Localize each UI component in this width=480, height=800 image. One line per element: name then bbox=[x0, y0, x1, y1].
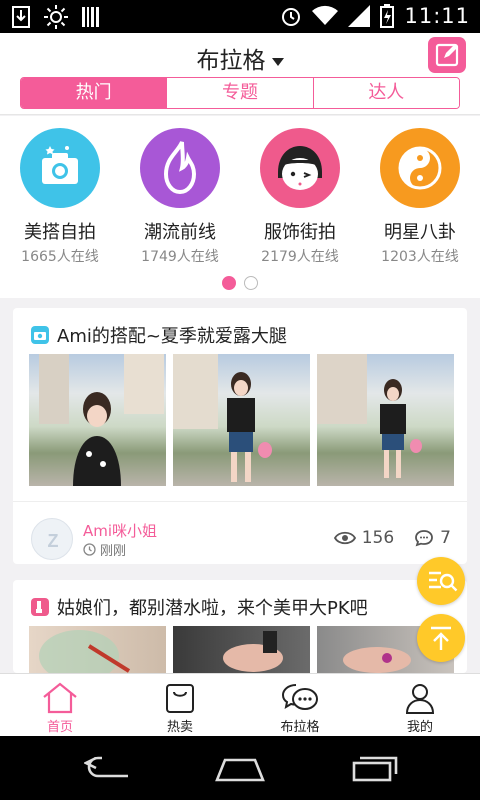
home-nav-icon[interactable] bbox=[215, 754, 265, 782]
camera-tag-icon bbox=[31, 326, 49, 344]
tab-experts[interactable]: 达人 bbox=[313, 78, 459, 108]
page-title[interactable]: 布拉格 bbox=[0, 41, 480, 75]
edit-icon bbox=[435, 43, 459, 67]
comment-icon bbox=[415, 530, 434, 547]
lipstick-tag-icon bbox=[31, 598, 49, 616]
yin-yang-icon bbox=[398, 146, 442, 190]
search-filter-button[interactable] bbox=[417, 557, 465, 605]
clock-icon bbox=[83, 543, 96, 556]
card-divider bbox=[13, 501, 467, 502]
bottom-tab-bar: 首页 热卖 布拉格 我的 bbox=[0, 673, 480, 736]
person-icon bbox=[405, 684, 435, 714]
back-icon[interactable] bbox=[84, 754, 132, 782]
category-circle bbox=[20, 128, 100, 208]
camera-icon bbox=[42, 146, 78, 184]
category-carousel: 美搭自拍 1665人在线 潮流前线 1749人在线 服饰街拍 2179人在线 明… bbox=[0, 116, 480, 298]
post-photo[interactable] bbox=[29, 626, 166, 673]
post-time: 刚刚 bbox=[83, 540, 126, 559]
tab-topics[interactable]: 专题 bbox=[167, 78, 314, 108]
tab-hot-sale[interactable]: 热卖 bbox=[120, 674, 240, 736]
chat-bubble-icon bbox=[281, 684, 318, 710]
wifi-icon bbox=[312, 5, 339, 25]
category-item[interactable]: 潮流前线 1749人在线 bbox=[120, 128, 240, 266]
author-name[interactable]: Ami咪小姐 bbox=[83, 520, 157, 541]
post-card[interactable]: 姑娘们，都别潜水啦，来个美甲大PK吧 bbox=[13, 580, 467, 673]
page-title-label: 布拉格 bbox=[196, 48, 266, 74]
tab-label: 热卖 bbox=[166, 720, 193, 735]
post-photos bbox=[29, 354, 454, 486]
post-title: 姑娘们，都别潜水啦，来个美甲大PK吧 bbox=[57, 598, 368, 619]
flame-icon bbox=[163, 141, 197, 195]
post-photo[interactable] bbox=[29, 354, 166, 486]
avatar[interactable]: Z bbox=[31, 518, 73, 560]
category-online-count: 1665人在线 bbox=[21, 249, 99, 265]
category-circle bbox=[260, 128, 340, 208]
pager-dot-active[interactable] bbox=[222, 276, 236, 290]
post-photos bbox=[29, 626, 454, 673]
view-count: 156 bbox=[361, 528, 395, 548]
arrow-up-icon bbox=[431, 626, 451, 650]
category-online-count: 1203人在线 bbox=[381, 249, 459, 265]
post-title: Ami的搭配~夏季就爱露大腿 bbox=[57, 326, 287, 347]
category-online-count: 2179人在线 bbox=[261, 249, 339, 265]
compose-button[interactable] bbox=[428, 37, 466, 73]
tab-hot[interactable]: 热门 bbox=[21, 78, 168, 108]
post-photo[interactable] bbox=[173, 354, 310, 486]
category-item[interactable]: 明星八卦 1203人在线 bbox=[360, 128, 480, 266]
system-nav-bar bbox=[0, 736, 480, 800]
list-search-icon bbox=[429, 571, 458, 592]
post-photo[interactable] bbox=[317, 354, 454, 486]
post-photo[interactable] bbox=[173, 626, 310, 673]
dropdown-caret-icon bbox=[271, 57, 284, 66]
battery-icon bbox=[380, 4, 395, 28]
carousel-pager bbox=[0, 276, 480, 290]
signal-icon bbox=[348, 5, 371, 27]
tab-label: 我的 bbox=[406, 720, 433, 735]
eye-icon bbox=[333, 531, 356, 545]
tab-home[interactable]: 首页 bbox=[0, 674, 120, 736]
category-name: 美搭自拍 bbox=[24, 222, 96, 243]
post-title-row: 姑娘们，都别潜水啦，来个美甲大PK吧 bbox=[31, 594, 368, 620]
segment-tabs: 热门 专题 达人 bbox=[20, 77, 460, 109]
category-circle bbox=[140, 128, 220, 208]
post-card[interactable]: Ami的搭配~夏季就爱露大腿 Z Ami咪小姐 刚刚 156 7 bbox=[13, 308, 467, 564]
pager-dot[interactable] bbox=[244, 276, 258, 290]
recent-apps-icon[interactable] bbox=[352, 754, 398, 782]
comment-count: 7 bbox=[440, 528, 451, 548]
shopping-bag-icon bbox=[166, 684, 194, 713]
category-online-count: 1749人在线 bbox=[141, 249, 219, 265]
tab-mine[interactable]: 我的 bbox=[360, 674, 480, 736]
back-to-top-button[interactable] bbox=[417, 614, 465, 662]
alarm-icon bbox=[282, 8, 301, 26]
brightness-icon bbox=[44, 5, 68, 29]
clock: 11:11 bbox=[404, 4, 470, 28]
home-icon bbox=[43, 682, 77, 714]
download-icon bbox=[12, 6, 30, 28]
category-item[interactable]: 美搭自拍 1665人在线 bbox=[0, 128, 120, 266]
tab-bulage[interactable]: 布拉格 bbox=[240, 674, 360, 736]
tab-label: 布拉格 bbox=[280, 720, 320, 735]
svg-text:Z: Z bbox=[48, 531, 59, 551]
post-title-row: Ami的搭配~夏季就爱露大腿 bbox=[31, 322, 287, 348]
app-header: 布拉格 热门 专题 达人 bbox=[0, 33, 480, 115]
post-stats: 156 7 bbox=[333, 528, 451, 548]
category-name: 服饰街拍 bbox=[264, 222, 336, 243]
barcode-icon bbox=[82, 7, 99, 27]
category-name: 潮流前线 bbox=[144, 222, 216, 243]
status-bar: 11:11 bbox=[0, 0, 480, 33]
girl-face-icon bbox=[278, 146, 322, 190]
category-circle bbox=[380, 128, 460, 208]
category-name: 明星八卦 bbox=[384, 222, 456, 243]
post-time-text: 刚刚 bbox=[100, 544, 127, 559]
category-item[interactable]: 服饰街拍 2179人在线 bbox=[240, 128, 360, 266]
tab-label: 首页 bbox=[46, 720, 73, 735]
default-avatar-icon: Z bbox=[48, 531, 59, 551]
